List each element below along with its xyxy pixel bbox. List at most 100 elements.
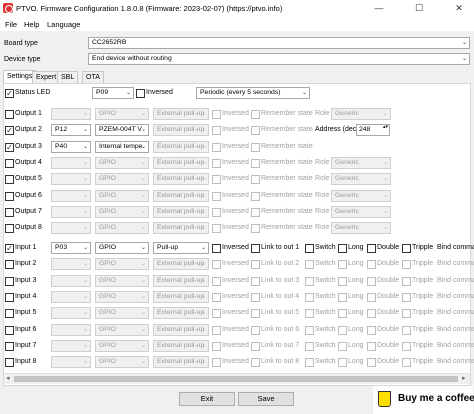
maximize-button[interactable]: ☐ bbox=[404, 0, 434, 17]
input-7-tripple-checkbox[interactable] bbox=[402, 341, 411, 351]
input-8-function-select[interactable]: GPIO ⌄ bbox=[95, 356, 149, 369]
input-4-switch-checkbox[interactable] bbox=[305, 292, 314, 302]
output-8-inversed-checkbox[interactable] bbox=[212, 224, 221, 234]
input-3-checkbox[interactable] bbox=[5, 276, 14, 286]
board-type-select[interactable]: CC2652RB ⌄ bbox=[88, 37, 470, 49]
scrollbar-thumb[interactable] bbox=[14, 376, 458, 382]
buy-me-a-coffee-banner[interactable]: Buy me a coffee bbox=[373, 386, 474, 414]
input-3-long-checkbox[interactable] bbox=[338, 276, 347, 286]
output-2-checkbox[interactable] bbox=[5, 126, 14, 136]
input-7-pin-select[interactable]: ⌄ bbox=[51, 339, 91, 352]
close-button[interactable]: ✕ bbox=[444, 0, 474, 17]
spinner-icon[interactable]: ▴▾ bbox=[383, 125, 388, 130]
input-8-tripple-checkbox[interactable] bbox=[402, 358, 411, 368]
input-7-link-checkbox[interactable] bbox=[251, 341, 260, 351]
output-4-remember-checkbox[interactable] bbox=[251, 158, 260, 168]
input-2-switch-checkbox[interactable] bbox=[305, 260, 314, 270]
output-3-pin-select[interactable]: P40 ⌄ bbox=[51, 140, 91, 153]
input-7-double-checkbox[interactable] bbox=[367, 341, 376, 351]
output-8-checkbox[interactable] bbox=[5, 224, 14, 234]
output-3-function-select[interactable]: Internal tempe ⌄ bbox=[95, 140, 149, 153]
input-7-switch-checkbox[interactable] bbox=[305, 341, 314, 351]
input-6-inversed-checkbox[interactable] bbox=[212, 325, 221, 335]
input-1-long-checkbox[interactable] bbox=[338, 244, 347, 253]
menu-file[interactable]: File bbox=[5, 20, 17, 29]
input-6-double-checkbox[interactable] bbox=[367, 325, 376, 335]
input-7-inversed-checkbox[interactable] bbox=[212, 341, 221, 351]
input-4-pin-select[interactable]: ⌄ bbox=[51, 290, 91, 303]
output-3-pull-select[interactable]: External pull-up ⌄ bbox=[153, 140, 209, 153]
input-8-pull-select[interactable]: External pull-up ⌄ bbox=[153, 356, 209, 369]
input-4-tripple-checkbox[interactable] bbox=[402, 292, 411, 302]
input-7-checkbox[interactable] bbox=[5, 341, 14, 351]
tab-ota[interactable]: OTA bbox=[82, 71, 104, 83]
status-led-pin-select[interactable]: P09 ⌄ bbox=[92, 87, 134, 99]
input-2-function-select[interactable]: GPIO ⌄ bbox=[95, 258, 149, 271]
output-5-inversed-checkbox[interactable] bbox=[212, 175, 221, 185]
menu-language[interactable]: Language bbox=[47, 20, 80, 29]
input-4-long-checkbox[interactable] bbox=[338, 292, 347, 302]
tab-sbl[interactable]: SBL bbox=[57, 71, 79, 83]
output-7-function-select[interactable]: GPIO ⌄ bbox=[95, 205, 149, 218]
input-2-double-checkbox[interactable] bbox=[367, 260, 376, 270]
input-8-long-checkbox[interactable] bbox=[338, 358, 347, 368]
input-1-pin-select[interactable]: P03 ⌄ bbox=[51, 242, 91, 254]
input-1-function-select[interactable]: GPIO ⌄ bbox=[95, 242, 149, 254]
input-5-pin-select[interactable]: ⌄ bbox=[51, 307, 91, 320]
output-6-checkbox[interactable] bbox=[5, 191, 14, 201]
input-2-pull-select[interactable]: External pull-up ⌄ bbox=[153, 258, 209, 271]
save-button[interactable]: Save bbox=[238, 392, 294, 406]
output-1-inversed-checkbox[interactable] bbox=[212, 110, 221, 119]
output-3-inversed-checkbox[interactable] bbox=[212, 142, 221, 152]
input-6-function-select[interactable]: GPIO ⌄ bbox=[95, 323, 149, 336]
output-8-pin-select[interactable]: ⌄ bbox=[51, 222, 91, 235]
input-6-pin-select[interactable]: ⌄ bbox=[51, 323, 91, 336]
output-8-role-select[interactable]: Generic ⌄ bbox=[331, 222, 391, 235]
input-1-checkbox[interactable] bbox=[5, 244, 14, 253]
input-2-tripple-checkbox[interactable] bbox=[402, 260, 411, 270]
output-4-checkbox[interactable] bbox=[5, 158, 14, 168]
output-4-pin-select[interactable]: ⌄ bbox=[51, 156, 91, 169]
output-4-inversed-checkbox[interactable] bbox=[212, 158, 221, 168]
output-6-pin-select[interactable]: ⌄ bbox=[51, 189, 91, 202]
input-4-inversed-checkbox[interactable] bbox=[212, 292, 221, 302]
input-4-double-checkbox[interactable] bbox=[367, 292, 376, 302]
output-1-checkbox[interactable] bbox=[5, 110, 14, 119]
output-4-pull-select[interactable]: External pull-up ⌄ bbox=[153, 156, 209, 169]
status-led-checkbox[interactable] bbox=[5, 89, 14, 98]
output-1-pull-select[interactable]: External pull-up ⌄ bbox=[153, 108, 209, 120]
output-1-pin-select[interactable]: ⌄ bbox=[51, 108, 91, 120]
output-6-inversed-checkbox[interactable] bbox=[212, 191, 221, 201]
input-6-long-checkbox[interactable] bbox=[338, 325, 347, 335]
output-6-function-select[interactable]: GPIO ⌄ bbox=[95, 189, 149, 202]
input-2-pin-select[interactable]: ⌄ bbox=[51, 258, 91, 271]
output-5-pin-select[interactable]: ⌄ bbox=[51, 173, 91, 186]
input-5-checkbox[interactable] bbox=[5, 309, 14, 319]
input-3-switch-checkbox[interactable] bbox=[305, 276, 314, 286]
input-8-checkbox[interactable] bbox=[5, 358, 14, 368]
input-5-inversed-checkbox[interactable] bbox=[212, 309, 221, 319]
output-1-remember-checkbox[interactable] bbox=[251, 110, 260, 119]
output-2-address-input[interactable]: 248 ▴▾ bbox=[356, 124, 390, 137]
input-1-tripple-checkbox[interactable] bbox=[402, 244, 411, 253]
output-7-remember-checkbox[interactable] bbox=[251, 207, 260, 217]
input-3-double-checkbox[interactable] bbox=[367, 276, 376, 286]
output-7-checkbox[interactable] bbox=[5, 207, 14, 217]
output-3-remember-checkbox[interactable] bbox=[251, 142, 260, 152]
output-7-role-select[interactable]: Generic ⌄ bbox=[331, 205, 391, 218]
input-6-checkbox[interactable] bbox=[5, 325, 14, 335]
input-1-inversed-checkbox[interactable] bbox=[212, 244, 221, 253]
output-7-inversed-checkbox[interactable] bbox=[212, 207, 221, 217]
output-2-inversed-checkbox[interactable] bbox=[212, 126, 221, 136]
input-3-function-select[interactable]: GPIO ⌄ bbox=[95, 274, 149, 287]
output-8-remember-checkbox[interactable] bbox=[251, 224, 260, 234]
output-7-pull-select[interactable]: External pull-up ⌄ bbox=[153, 205, 209, 218]
output-8-pull-select[interactable]: External pull-up ⌄ bbox=[153, 222, 209, 235]
input-5-double-checkbox[interactable] bbox=[367, 309, 376, 319]
input-7-pull-select[interactable]: External pull-up ⌄ bbox=[153, 339, 209, 352]
output-7-pin-select[interactable]: ⌄ bbox=[51, 205, 91, 218]
output-4-function-select[interactable]: GPIO ⌄ bbox=[95, 156, 149, 169]
input-3-pin-select[interactable]: ⌄ bbox=[51, 274, 91, 287]
output-2-pin-select[interactable]: P12 ⌄ bbox=[51, 124, 91, 137]
input-3-inversed-checkbox[interactable] bbox=[212, 276, 221, 286]
